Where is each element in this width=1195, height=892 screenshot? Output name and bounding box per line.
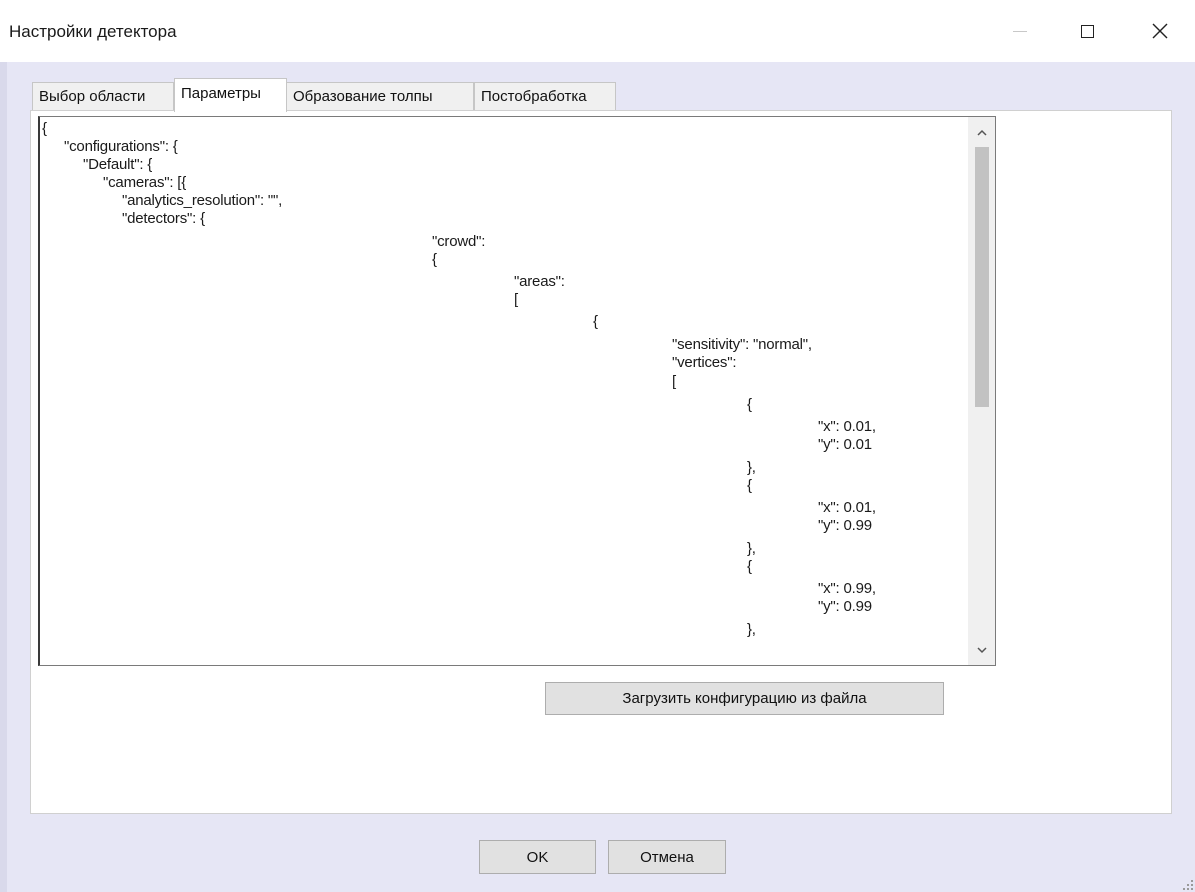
code-line: "crowd": — [432, 233, 486, 250]
maximize-icon — [1080, 24, 1094, 38]
tab-postprocessing[interactable]: Постобработка — [474, 82, 616, 110]
load-config-button[interactable]: Загрузить конфигурацию из файла — [545, 682, 944, 715]
code-line: [ — [514, 291, 518, 308]
code-line: "analytics_resolution": "", — [122, 192, 283, 209]
code-line: { — [593, 313, 598, 330]
window-title: Настройки детектора — [9, 22, 177, 41]
minimize-button[interactable] — [990, 0, 1050, 62]
scroll-up-button[interactable] — [968, 117, 995, 147]
code-line: "x": 0.01, — [818, 499, 876, 516]
close-icon — [1152, 23, 1168, 39]
code-line: "x": 0.99, — [818, 580, 876, 597]
resize-grip[interactable] — [1183, 880, 1193, 890]
code-line: "detectors": { — [122, 210, 205, 227]
minimize-icon — [1013, 30, 1027, 32]
code-line: "y": 0.99 — [818, 598, 872, 615]
code-line: "x": 0.01, — [818, 418, 876, 435]
code-line: "configurations": { — [64, 138, 178, 155]
code-line: }, — [747, 621, 756, 638]
code-line: "vertices": — [672, 354, 737, 371]
code-line: [ — [672, 373, 676, 390]
vertical-scrollbar[interactable] — [968, 117, 995, 665]
editor-content[interactable]: { "configurations": { "Default": { "came… — [40, 117, 967, 665]
scroll-down-button[interactable] — [968, 635, 995, 665]
code-line: "y": 0.99 — [818, 517, 872, 534]
chevron-down-icon — [976, 646, 987, 653]
code-line: "Default": { — [83, 156, 153, 173]
ok-button[interactable]: OK — [479, 840, 596, 874]
tab-parameters[interactable]: Параметры — [174, 78, 287, 112]
code-line: "cameras": [{ — [103, 174, 187, 191]
chevron-up-icon — [976, 129, 987, 136]
maximize-button[interactable] — [1057, 0, 1117, 62]
title-bar: Настройки детектора — [0, 0, 1195, 62]
code-line: "sensitivity": "normal", — [672, 336, 812, 353]
code-line: "y": 0.01 — [818, 436, 872, 453]
code-line: { — [747, 477, 752, 494]
close-button[interactable] — [1130, 0, 1190, 62]
code-line: { — [747, 396, 752, 413]
code-line: { — [42, 120, 47, 137]
code-line: { — [747, 558, 752, 575]
code-line: }, — [747, 540, 756, 557]
json-config-editor[interactable]: { "configurations": { "Default": { "came… — [38, 116, 996, 666]
code-line: { — [432, 251, 437, 268]
tab-area-selection[interactable]: Выбор области — [32, 82, 174, 110]
code-line: }, — [747, 459, 756, 476]
code-line: "areas": — [514, 273, 565, 290]
window-border — [0, 62, 7, 892]
cancel-button[interactable]: Отмена — [608, 840, 726, 874]
scrollbar-thumb[interactable] — [975, 147, 989, 407]
tab-crowd-formation[interactable]: Образование толпы — [286, 82, 474, 110]
